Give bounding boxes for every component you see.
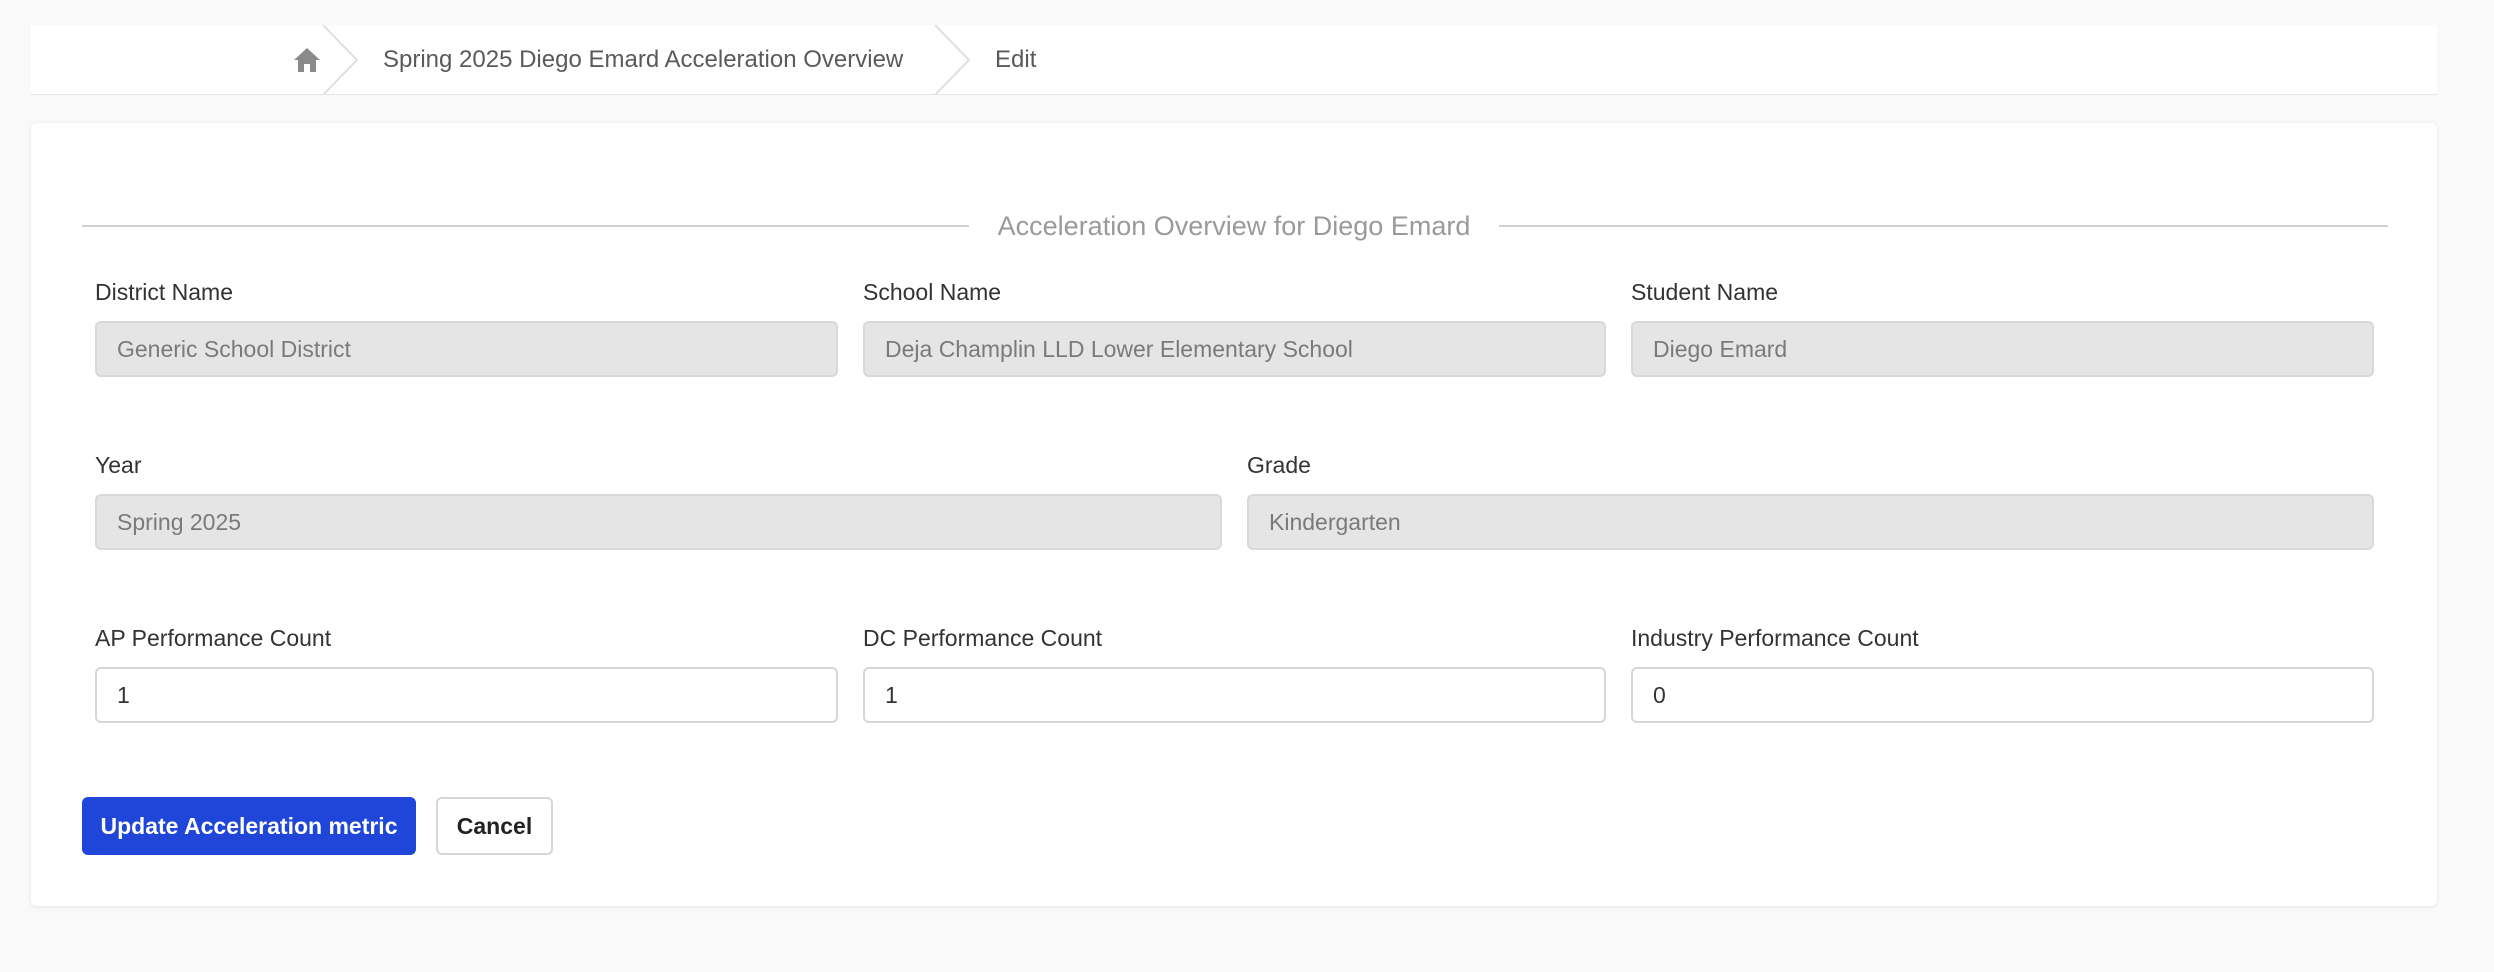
district-name-label: District Name	[95, 279, 234, 305]
breadcrumb: Spring 2025 Diego Emard Acceleration Ove…	[31, 25, 2437, 95]
ap-count-input[interactable]	[95, 667, 838, 723]
home-icon	[294, 48, 320, 72]
year-field: Spring 2025	[95, 494, 1222, 550]
ap-count-label: AP Performance Count	[95, 625, 332, 651]
edit-form-card: Acceleration Overview for Diego Emard Di…	[31, 123, 2437, 906]
dc-count-group: DC Performance Count	[863, 623, 1606, 723]
ap-count-group: AP Performance Count	[95, 623, 838, 723]
industry-count-label: Industry Performance Count	[1631, 625, 1919, 651]
school-name-group: School Name Deja Champlin LLD Lower Elem…	[863, 277, 1606, 377]
student-name-group: Student Name Diego Emard	[1631, 277, 2374, 377]
district-name-group: District Name Generic School District	[95, 277, 838, 377]
legend-divider	[82, 225, 969, 227]
grade-label: Grade	[1247, 452, 1311, 478]
breadcrumb-separator-icon	[934, 25, 971, 95]
breadcrumb-separator-icon	[322, 25, 359, 95]
dc-count-label: DC Performance Count	[863, 625, 1103, 651]
form-legend-title: Acceleration Overview for Diego Emard	[997, 210, 1471, 241]
update-metric-button[interactable]: Update Acceleration metric	[82, 797, 416, 855]
year-group: Year Spring 2025	[95, 450, 1222, 550]
school-name-label: School Name	[863, 279, 1002, 305]
grade-field: Kindergarten	[1247, 494, 2374, 550]
cancel-button[interactable]: Cancel	[436, 797, 553, 855]
form-legend: Acceleration Overview for Diego Emard	[82, 203, 2388, 249]
year-label: Year	[95, 452, 142, 478]
student-name-label: Student Name	[1631, 279, 1779, 305]
school-name-field: Deja Champlin LLD Lower Elementary Schoo…	[863, 321, 1606, 377]
breadcrumb-item-edit: Edit	[995, 46, 1037, 73]
grade-group: Grade Kindergarten	[1247, 450, 2374, 550]
district-name-field: Generic School District	[95, 321, 838, 377]
legend-divider	[1499, 225, 2388, 227]
dc-count-input[interactable]	[863, 667, 1606, 723]
breadcrumb-item-overview[interactable]: Spring 2025 Diego Emard Acceleration Ove…	[383, 25, 903, 95]
industry-count-input[interactable]	[1631, 667, 2374, 723]
student-name-field: Diego Emard	[1631, 321, 2374, 377]
industry-count-group: Industry Performance Count	[1631, 623, 2374, 723]
